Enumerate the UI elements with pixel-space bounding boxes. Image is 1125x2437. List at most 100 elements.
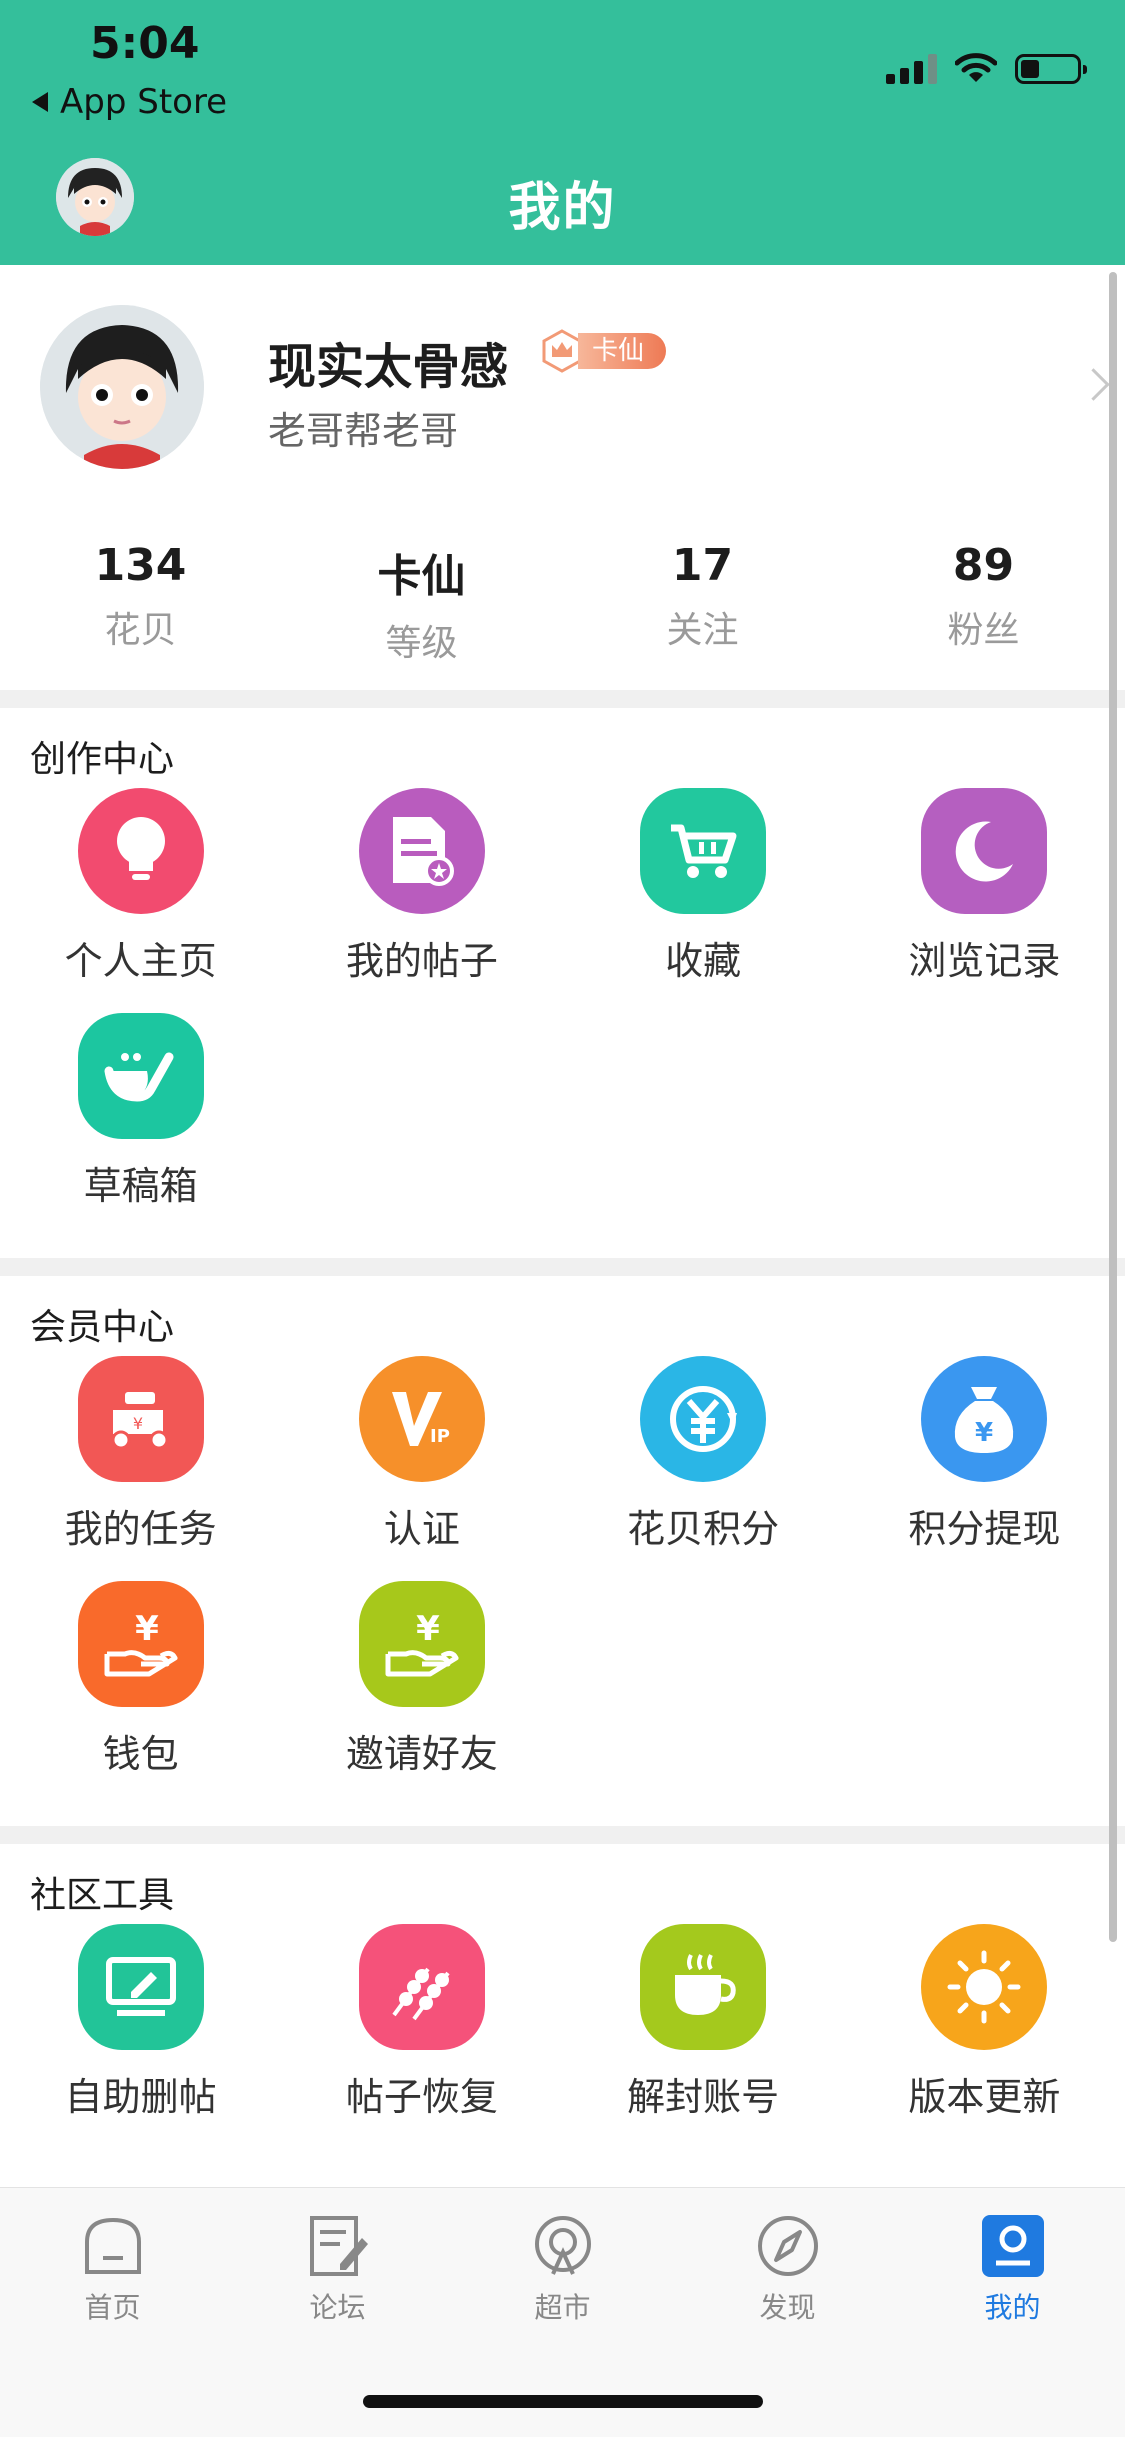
profile-card[interactable]: 现实太骨感 卡仙 老哥帮老哥 134 花贝 卡仙 等级 17 关注 89 粉丝 (0, 265, 1125, 690)
stat-value: 89 (952, 540, 1015, 591)
tab-market[interactable]: 超市 (450, 2210, 675, 2326)
tile-label: 积分提现 (908, 1507, 1061, 1551)
tab-label: 我的 (984, 2291, 1041, 2324)
yuan-exchange-icon (640, 1356, 767, 1482)
back-app-label: App Store (60, 82, 228, 122)
tab-label: 论坛 (309, 2291, 366, 2324)
cart-icon (640, 788, 767, 914)
stat-level[interactable]: 卡仙 等级 (281, 540, 562, 666)
tab-label: 发现 (759, 2291, 816, 2324)
lightbulb-icon (77, 788, 204, 914)
tile-post-recovery[interactable]: 帖子恢复 (281, 1924, 562, 2149)
stat-huabei[interactable]: 134 花贝 (0, 540, 281, 666)
tile-label: 邀请好友 (345, 1732, 498, 1776)
back-to-app-store-link[interactable]: App Store (32, 82, 227, 122)
tile-label: 收藏 (665, 939, 742, 983)
sun-icon (921, 1924, 1048, 2050)
tile-label: 自助删帖 (64, 2075, 217, 2119)
status-time: 5:04 (90, 18, 200, 69)
vip-icon: IP (358, 1356, 485, 1482)
coffee-cup-icon (640, 1924, 767, 2050)
top-header: 5:04 App Store 我的 (0, 0, 1125, 265)
stat-label: 花贝 (104, 610, 177, 651)
vertical-scrollbar[interactable] (1109, 272, 1117, 1942)
tile-label: 帖子恢复 (345, 2075, 498, 2119)
tile-label: 解封账号 (627, 2075, 780, 2119)
profile-stats: 134 花贝 卡仙 等级 17 关注 89 粉丝 (0, 540, 1125, 666)
hand-yuan-icon: ¥ (77, 1581, 204, 1707)
tile-my-posts[interactable]: 我的帖子 (281, 788, 562, 1013)
tile-browse-history[interactable]: 浏览记录 (844, 788, 1125, 1013)
tab-home[interactable]: 首页 (0, 2210, 225, 2326)
member-center-section: 会员中心 ¥ 我的任务 IP 认证 花贝积分 ¥ 积分提现 ¥ 钱包 ¥ 邀请好… (0, 1276, 1125, 1826)
monitor-edit-icon (77, 1924, 204, 2050)
tile-label: 版本更新 (908, 2075, 1061, 2119)
moon-icon (921, 788, 1048, 914)
tile-wallet[interactable]: ¥ 钱包 (0, 1581, 281, 1806)
profile-nickname: 现实太骨感 (268, 339, 509, 395)
stat-label: 等级 (385, 623, 458, 664)
tile-label: 浏览记录 (908, 939, 1061, 983)
page-title: 我的 (508, 178, 617, 238)
section-title: 创作中心 (30, 739, 175, 780)
tile-label: 花贝积分 (627, 1507, 780, 1551)
profile-avatar[interactable] (40, 305, 204, 469)
tile-unban-account[interactable]: 解封账号 (563, 1924, 844, 2149)
profile-signature: 老哥帮老哥 (268, 409, 459, 453)
tile-huabei-points[interactable]: 花贝积分 (563, 1356, 844, 1581)
section-divider (0, 1826, 1125, 1844)
tab-me[interactable]: 我的 (900, 2210, 1125, 2326)
tile-favorites[interactable]: 收藏 (563, 788, 844, 1013)
tile-version-update[interactable]: 版本更新 (844, 1924, 1125, 2149)
tile-points-withdraw[interactable]: ¥ 积分提现 (844, 1356, 1125, 1581)
svg-text:¥: ¥ (135, 1609, 159, 1649)
home-icon (77, 2210, 149, 2282)
stat-label: 粉丝 (947, 610, 1020, 651)
svg-text:IP: IP (430, 1426, 450, 1447)
stat-label: 关注 (666, 610, 739, 651)
section-divider (0, 690, 1125, 708)
skewers-icon (358, 1924, 485, 2050)
money-bag-icon: ¥ (921, 1356, 1048, 1482)
stat-followers[interactable]: 89 粉丝 (843, 540, 1124, 666)
chevron-right-icon[interactable] (1077, 368, 1110, 401)
tab-label: 首页 (84, 2291, 141, 2324)
tile-personal-homepage[interactable]: 个人主页 (0, 788, 281, 1013)
tile-label: 我的任务 (64, 1507, 217, 1551)
section-title: 会员中心 (30, 1307, 175, 1348)
tile-verification[interactable]: IP 认证 (281, 1356, 562, 1581)
tile-label: 草稿箱 (83, 1164, 198, 1208)
document-icon (358, 788, 485, 914)
tab-discover[interactable]: 发现 (675, 2210, 900, 2326)
dustpan-icon (77, 1013, 204, 1139)
tile-invite-friends[interactable]: ¥ 邀请好友 (281, 1581, 562, 1806)
home-indicator[interactable] (363, 2395, 763, 2408)
stat-value: 卡仙 (377, 551, 466, 602)
hand-yuan-green-icon: ¥ (358, 1581, 485, 1707)
wifi-icon (955, 53, 997, 82)
creation-center-section: 创作中心 个人主页 我的帖子 收藏 浏览记录 草稿箱 (0, 708, 1125, 1258)
section-title: 社区工具 (30, 1875, 175, 1916)
level-badge: 卡仙 (540, 329, 667, 373)
svg-text:¥: ¥ (975, 1418, 993, 1448)
me-icon (977, 2210, 1049, 2282)
tile-label: 认证 (383, 1507, 460, 1551)
cellular-signal-icon (886, 48, 937, 84)
battery-icon (1015, 54, 1087, 84)
status-indicators (886, 48, 1087, 84)
back-arrow-icon (32, 92, 48, 112)
market-icon (527, 2210, 599, 2282)
tab-forum[interactable]: 论坛 (225, 2210, 450, 2326)
stat-value: 17 (671, 540, 734, 591)
tile-my-tasks[interactable]: ¥ 我的任务 (0, 1356, 281, 1581)
tile-label: 我的帖子 (345, 939, 498, 983)
stat-following[interactable]: 17 关注 (562, 540, 843, 666)
section-divider (0, 1258, 1125, 1276)
tile-drafts[interactable]: 草稿箱 (0, 1013, 281, 1238)
svg-text:¥: ¥ (133, 1414, 143, 1433)
compass-icon (752, 2210, 824, 2282)
tile-self-delete-post[interactable]: 自助删帖 (0, 1924, 281, 2149)
forum-icon (302, 2210, 374, 2282)
stat-value: 134 (94, 540, 187, 591)
scooter-icon: ¥ (77, 1356, 204, 1482)
